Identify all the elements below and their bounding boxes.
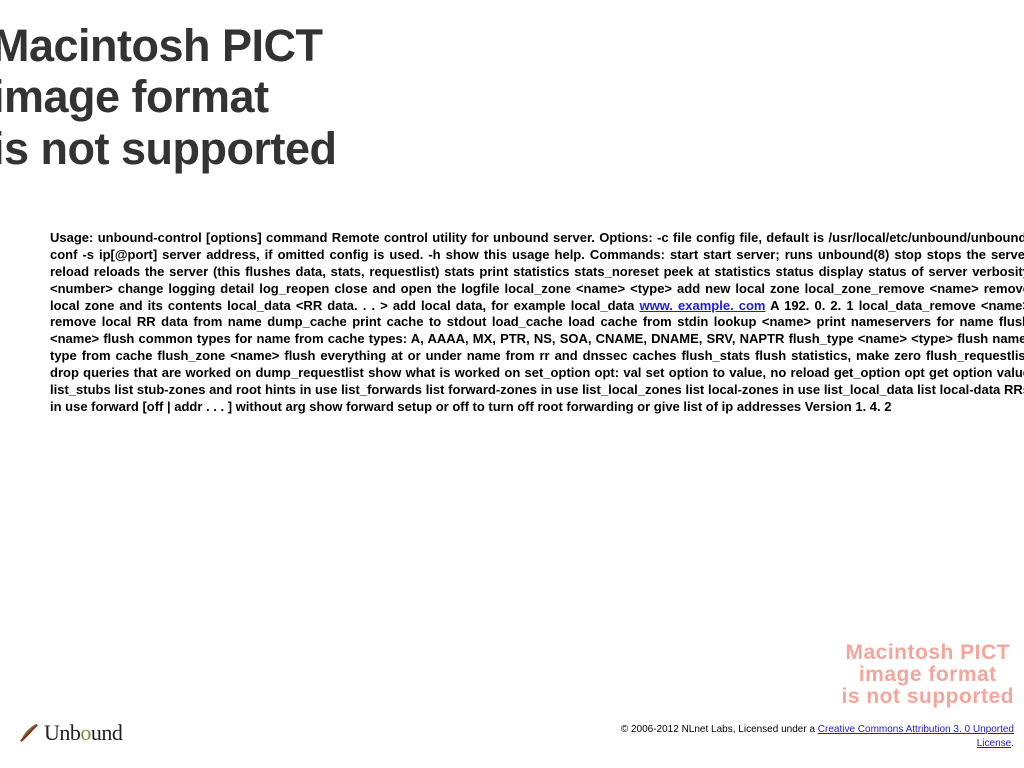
unbound-feather-icon bbox=[18, 722, 40, 744]
copyright-notice: © 2006-2012 NLnet Labs, Licensed under a… bbox=[594, 723, 1014, 750]
pict-line: Macintosh PICT bbox=[0, 20, 337, 71]
example-domain-link[interactable]: www. example. com bbox=[639, 298, 765, 313]
pict-line: is not supported bbox=[842, 685, 1015, 708]
footer-logo: Unbound bbox=[18, 720, 122, 746]
pict-line: Macintosh PICT bbox=[845, 641, 1010, 664]
license-link[interactable]: Creative Commons Attribution 3. 0 Unport… bbox=[818, 724, 1014, 749]
pict-unsupported-small: Macintosh PICT image format is not suppo… bbox=[842, 642, 1015, 708]
brand-text: Unbound bbox=[44, 720, 122, 746]
pict-unsupported-large: Macintosh PICT image format is not suppo… bbox=[0, 20, 337, 174]
pict-line: image format bbox=[859, 663, 997, 686]
pict-line: image format bbox=[0, 71, 337, 122]
pict-line: is not supported bbox=[0, 123, 337, 174]
usage-text-post: A 192. 0. 2. 1 local_data_remove <name> … bbox=[50, 298, 1024, 414]
copyright-suffix: . bbox=[1011, 738, 1014, 749]
copyright-prefix: © 2006-2012 NLnet Labs, Licensed under a bbox=[621, 724, 818, 735]
usage-text-block: Usage: unbound-control [options] command… bbox=[50, 230, 1024, 416]
